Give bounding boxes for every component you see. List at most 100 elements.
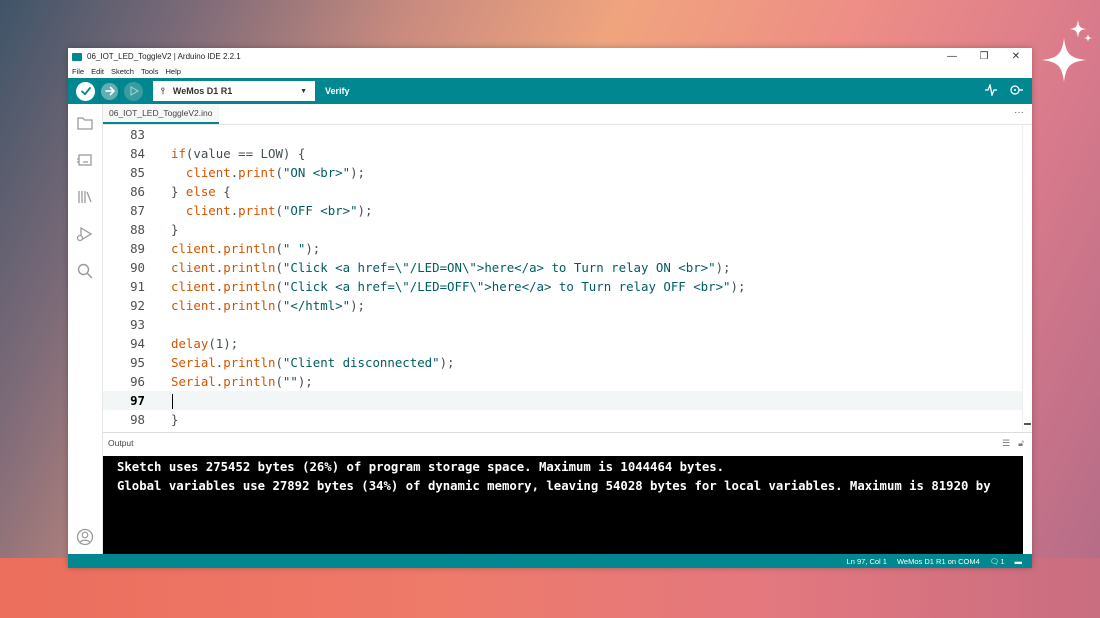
code-text: } else {	[171, 182, 231, 201]
line-number: 86	[130, 184, 145, 199]
code-token: delay	[171, 336, 209, 351]
code-token: Serial	[171, 374, 216, 389]
code-token: print	[238, 203, 276, 218]
tab-sketch-file[interactable]: 06_IOT_LED_ToggleV2.ino	[103, 104, 219, 124]
code-line[interactable]: 83	[103, 125, 1023, 144]
line-number: 91	[130, 279, 145, 294]
account-icon[interactable]	[76, 528, 94, 546]
code-token: if	[171, 146, 186, 161]
code-token: "</html>"	[282, 298, 351, 313]
line-number: 96	[130, 374, 145, 389]
code-line[interactable]: 87 client.print("OFF <br>");	[103, 201, 1023, 220]
code-token: "Click <a href=\"/LED=OFF\">here</a> to …	[282, 279, 731, 294]
line-number: 83	[130, 127, 145, 142]
minimize-button[interactable]: —	[936, 51, 968, 62]
output-actions: ☰ 🔓︎	[994, 438, 1024, 449]
output-line: Global variables use 27892 bytes (34%) o…	[117, 479, 991, 493]
code-token: println	[223, 355, 276, 370]
code-line[interactable]: 90 client.println("Click <a href=\"/LED=O…	[103, 258, 1023, 277]
line-number: 98	[130, 412, 145, 427]
menu-file[interactable]: File	[72, 67, 84, 76]
code-line[interactable]: 97	[103, 391, 1023, 410]
board-name: WeMos D1 R1	[172, 86, 233, 96]
code-line[interactable]: 91 client.println("Click <a href=\"/LED=O…	[103, 277, 1023, 296]
code-line[interactable]: 95 Serial.println("Client disconnected");	[103, 353, 1023, 372]
code-text: Serial.println("Client disconnected");	[171, 353, 455, 372]
code-token: }	[171, 412, 179, 427]
code-line[interactable]: 84 if(value == LOW) {	[103, 144, 1023, 163]
output-panel-header: Output ☰ 🔓︎	[103, 432, 1032, 453]
line-number: 87	[130, 203, 145, 218]
close-button[interactable]: ✕	[1000, 51, 1032, 62]
more-options-icon[interactable]: ···	[1014, 107, 1024, 118]
boards-manager-icon[interactable]	[76, 151, 94, 169]
code-text: client.println("Click <a href=\"/LED=OFF…	[171, 277, 745, 296]
notifications-indicator[interactable]: 🗨︎1	[990, 557, 1005, 566]
code-line[interactable]: 85 client.print("ON <br>");	[103, 163, 1023, 182]
debug-button[interactable]	[124, 81, 143, 101]
lock-scroll-icon[interactable]: 🔓︎	[1018, 438, 1024, 449]
scrollbar-position-marker	[1024, 423, 1031, 425]
code-line[interactable]: 94 delay(1);	[103, 334, 1023, 353]
code-token: println	[223, 374, 276, 389]
code-text	[171, 391, 173, 410]
maximize-button[interactable]: ❐	[968, 51, 1000, 62]
code-token: client	[185, 203, 231, 218]
code-line[interactable]: 93	[103, 315, 1023, 334]
debug-panel-icon[interactable]	[76, 225, 94, 243]
clear-output-icon[interactable]: ☰	[1002, 438, 1010, 449]
code-token: );	[350, 298, 365, 313]
status-bar: Ln 97, Col 1 WeMos D1 R1 on COM4 🗨︎1 ▬	[68, 554, 1032, 568]
code-token: "Click <a href=\"/LED=ON\">here</a> to T…	[282, 260, 716, 275]
code-text: client.print("ON <br>");	[171, 163, 365, 182]
code-line[interactable]: 98}	[103, 410, 1023, 429]
sidebar	[68, 104, 103, 554]
code-line[interactable]: 88}	[103, 220, 1023, 239]
code-token: println	[223, 279, 276, 294]
code-token: "Client disconnected"	[282, 355, 440, 370]
code-token: client	[171, 241, 216, 256]
menu-edit[interactable]: Edit	[91, 67, 104, 76]
code-line[interactable]: 89 client.println(" ");	[103, 239, 1023, 258]
search-icon[interactable]	[76, 262, 94, 280]
code-text: client.println("Click <a href=\"/LED=ON\…	[171, 258, 731, 277]
code-token: client	[171, 279, 216, 294]
code-token: (value == LOW) {	[185, 146, 306, 161]
code-editor[interactable]: 83 84 if(value == LOW) { 85 client.print("O…	[103, 125, 1023, 431]
serial-plotter-icon[interactable]	[984, 82, 998, 99]
upload-button[interactable]	[101, 82, 118, 100]
code-line[interactable]: 92 client.println("</html>");	[103, 296, 1023, 315]
code-token: );	[715, 260, 731, 275]
code-line[interactable]: 86 } else {	[103, 182, 1023, 201]
chevron-down-icon: ▼	[300, 87, 307, 95]
output-scrollbar[interactable]	[1023, 456, 1032, 554]
output-line: Sketch uses 275452 bytes (26%) of progra…	[117, 460, 725, 474]
code-line[interactable]: 96 Serial.println("");	[103, 372, 1023, 391]
menu-sketch[interactable]: Sketch	[111, 67, 134, 76]
sketchbook-folder-icon[interactable]	[76, 114, 94, 132]
title-bar: 06_IOT_LED_ToggleV2 | Arduino IDE 2.2.1 …	[68, 48, 1032, 65]
status-close-icon[interactable]: ▬	[1015, 557, 1023, 566]
text-cursor	[172, 394, 173, 409]
code-token: client	[185, 165, 231, 180]
window-title: 06_IOT_LED_ToggleV2 | Arduino IDE 2.2.1	[87, 52, 241, 61]
line-number: 94	[130, 336, 145, 351]
library-manager-icon[interactable]	[76, 188, 94, 206]
code-token: else	[185, 184, 216, 199]
code-token: );	[297, 374, 313, 389]
serial-monitor-icon[interactable]	[1008, 84, 1024, 99]
menu-help[interactable]: Help	[165, 67, 180, 76]
line-number: 90	[130, 260, 145, 275]
sparkle-icon	[1042, 20, 1092, 82]
verify-button[interactable]	[76, 81, 95, 101]
code-token: (1);	[208, 336, 239, 351]
editor-scrollbar[interactable]	[1022, 125, 1032, 431]
board-selector[interactable]: ⫯ WeMos D1 R1 ▼	[153, 81, 315, 101]
line-number: 84	[130, 146, 145, 161]
code-text: delay(1);	[171, 334, 238, 353]
code-token: println	[223, 298, 276, 313]
cursor-position: Ln 97, Col 1	[846, 556, 887, 566]
menu-bar: File Edit Sketch Tools Help	[68, 65, 1032, 78]
line-number: 85	[130, 165, 145, 180]
menu-tools[interactable]: Tools	[141, 67, 159, 76]
